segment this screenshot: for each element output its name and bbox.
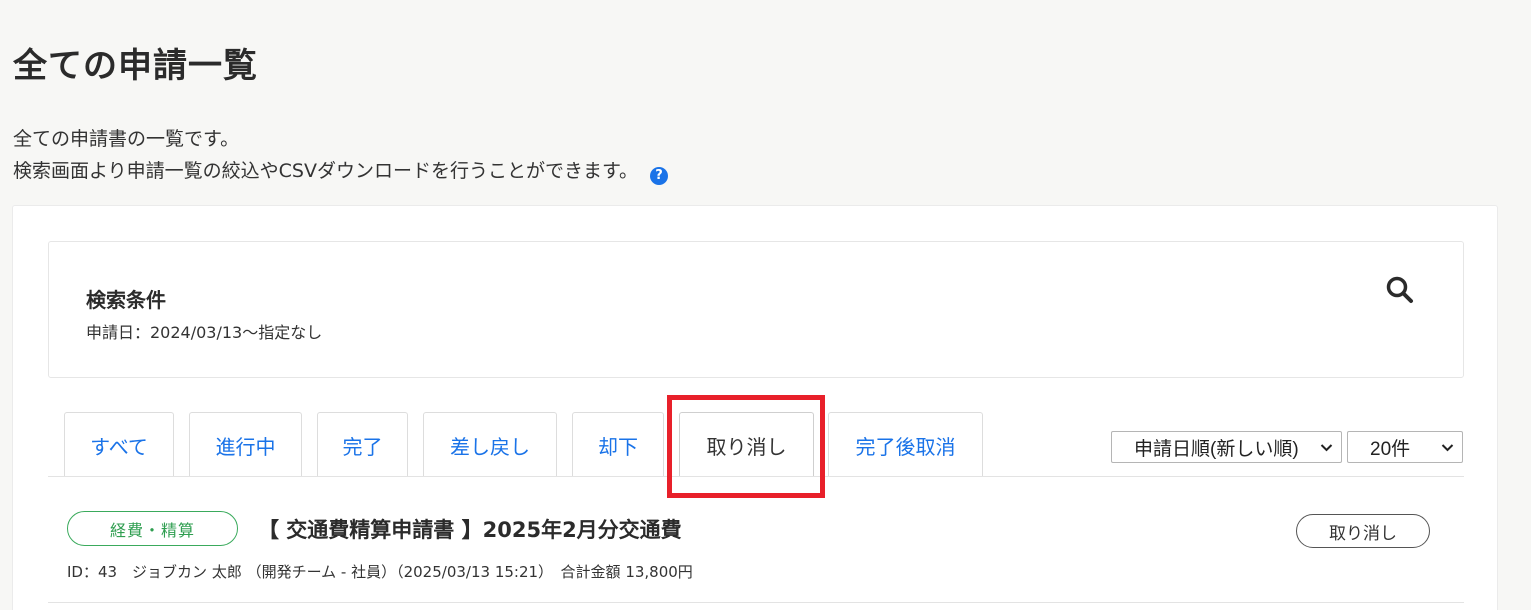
per-page-selected: 20件 <box>1370 438 1411 460</box>
chevron-down-icon <box>1320 444 1333 452</box>
sort-order-select[interactable]: 申請日順(新しい順) <box>1111 431 1342 463</box>
per-page-select[interactable]: 20件 <box>1347 431 1463 463</box>
tab-all[interactable]: すべて <box>64 412 174 477</box>
tab-completed[interactable]: 完了 <box>317 412 408 477</box>
application-list-card: 検索条件 申請日：2024/03/13〜指定なし すべて 進行中 完了 差し戻し… <box>12 205 1498 610</box>
page-description: 全ての申請書の一覧です。 検索画面より申請一覧の絞込やCSVダウンロードを行うこ… <box>13 123 669 187</box>
page-title: 全ての申請一覧 <box>13 46 258 86</box>
search-conditions-panel[interactable]: 検索条件 申請日：2024/03/13〜指定なし <box>48 241 1464 378</box>
description-line-1: 全ての申請書の一覧です。 <box>13 128 240 150</box>
category-badge: 経費・精算 <box>67 511 238 546</box>
search-conditions-summary: 申請日：2024/03/13〜指定なし <box>86 323 323 342</box>
description-line-2: 検索画面より申請一覧の絞込やCSVダウンロードを行うことができます。? <box>13 155 669 187</box>
tab-rejected[interactable]: 却下 <box>572 412 664 477</box>
search-icon[interactable] <box>1385 275 1415 305</box>
application-meta: ID：43 ジョブカン 太郎 （開発チーム - 社員）（2025/03/13 1… <box>67 563 693 581</box>
application-title-link[interactable]: 【 交通費精算申請書 】2025年2月分交通費 <box>258 514 682 544</box>
tab-returned[interactable]: 差し戻し <box>423 412 557 477</box>
chevron-down-icon <box>1441 444 1454 452</box>
cancel-button[interactable]: 取り消し <box>1296 514 1430 548</box>
tab-cancelled[interactable]: 取り消し <box>679 412 814 477</box>
search-conditions-title: 検索条件 <box>86 288 166 312</box>
tab-in-progress[interactable]: 進行中 <box>189 412 302 477</box>
row-divider <box>48 602 1464 603</box>
sort-order-selected: 申請日順(新しい順) <box>1134 438 1299 460</box>
question-circle-icon[interactable]: ? <box>650 167 669 185</box>
tab-cancelled-after-completion[interactable]: 完了後取消 <box>828 412 983 477</box>
description-line-2-text: 検索画面より申請一覧の絞込やCSVダウンロードを行うことができます。 <box>13 160 639 182</box>
tabs-divider <box>48 476 1464 477</box>
